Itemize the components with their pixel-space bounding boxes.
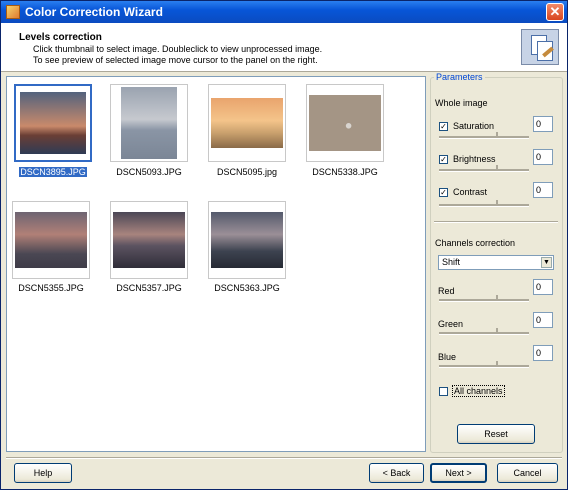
saturation-slider-thumb[interactable] [496,132,498,138]
red-slider[interactable] [439,299,529,302]
parameters-legend: Parameters [434,72,485,82]
saturation-checkbox[interactable]: ✓ [439,122,448,131]
instruction-line-1: Click thumbnail to select image. Doublec… [33,44,323,54]
thumbnail-6[interactable] [110,201,188,279]
thumbnail-2-caption[interactable]: DSCN5093.JPG [99,167,199,177]
thumbnail-1-caption[interactable]: DSCN3895.JPG [3,167,103,177]
help-button[interactable]: Help [14,463,72,483]
green-label: Green [438,319,464,329]
blue-value-field[interactable]: 0 [533,345,553,361]
brightness-label: Brightness [453,154,496,164]
brightness-value-field[interactable]: 0 [533,149,553,165]
wizard-window: Color Correction Wizard ✕ Levels correct… [0,0,568,490]
saturation-value-field[interactable]: 0 [533,116,553,132]
green-slider-thumb[interactable] [496,328,498,334]
thumbnail-5[interactable] [12,201,90,279]
thumbnail-7-caption[interactable]: DSCN5363.JPG [197,283,297,293]
thumbnail-7[interactable] [208,201,286,279]
contrast-slider-thumb[interactable] [496,200,498,206]
channel-mode-select[interactable]: Shift ▼ [438,255,554,270]
blue-label: Blue [438,352,457,362]
channel-mode-value: Shift [442,257,461,267]
cancel-button[interactable]: Cancel [497,463,558,483]
red-slider-thumb[interactable] [496,295,498,301]
blue-slider-thumb[interactable] [496,361,498,367]
chevron-down-icon[interactable]: ▼ [541,257,552,268]
contrast-value-field[interactable]: 0 [533,182,553,198]
green-slider[interactable] [439,332,529,335]
close-button[interactable]: ✕ [546,3,564,21]
blue-slider[interactable] [439,365,529,368]
brightness-slider-thumb[interactable] [496,165,498,171]
saturation-slider[interactable] [439,136,529,139]
thumbnail-3[interactable] [208,84,286,162]
contrast-label: Contrast [453,187,488,197]
app-icon [6,5,20,19]
all-channels-label[interactable]: All channels [452,385,505,397]
next-button[interactable]: Next > [430,463,487,483]
brightness-slider[interactable] [439,169,529,172]
window-title: Color Correction Wizard [25,5,163,19]
footer-divider [6,457,562,459]
title-bar[interactable]: Color Correction Wizard ✕ [1,1,567,23]
contrast-checkbox[interactable]: ✓ [439,188,448,197]
all-channels-checkbox[interactable] [439,387,448,396]
step-title: Levels correction [19,32,102,43]
thumbnail-1[interactable] [14,84,92,162]
section-divider [434,221,558,223]
whole-image-label: Whole image [435,98,488,108]
saturation-label: Saturation [453,121,495,131]
red-label: Red [438,286,455,296]
red-value-field[interactable]: 0 [533,279,553,295]
thumbnail-2[interactable] [110,84,188,162]
contrast-slider[interactable] [439,204,529,207]
green-value-field[interactable]: 0 [533,312,553,328]
back-button[interactable]: < Back [369,463,424,483]
wizard-header: Levels correction Click thumbnail to sel… [1,23,567,72]
brightness-checkbox[interactable]: ✓ [439,155,448,164]
instruction-line-2: To see preview of selected image move cu… [33,55,318,65]
thumbnail-4[interactable] [306,84,384,162]
thumbnail-6-caption[interactable]: DSCN5357.JPG [99,283,199,293]
thumbnail-panel[interactable]: DSCN3895.JPG DSCN5093.JPG DSCN5095.jpg D… [6,76,426,452]
thumbnail-3-caption[interactable]: DSCN5095.jpg [197,167,297,177]
thumbnail-4-caption[interactable]: DSCN5338.JPG [295,167,395,177]
reset-button[interactable]: Reset [457,424,535,444]
channels-correction-label: Channels correction [435,238,516,248]
color-wizard-icon [521,29,559,65]
thumbnail-5-caption[interactable]: DSCN5355.JPG [1,283,101,293]
